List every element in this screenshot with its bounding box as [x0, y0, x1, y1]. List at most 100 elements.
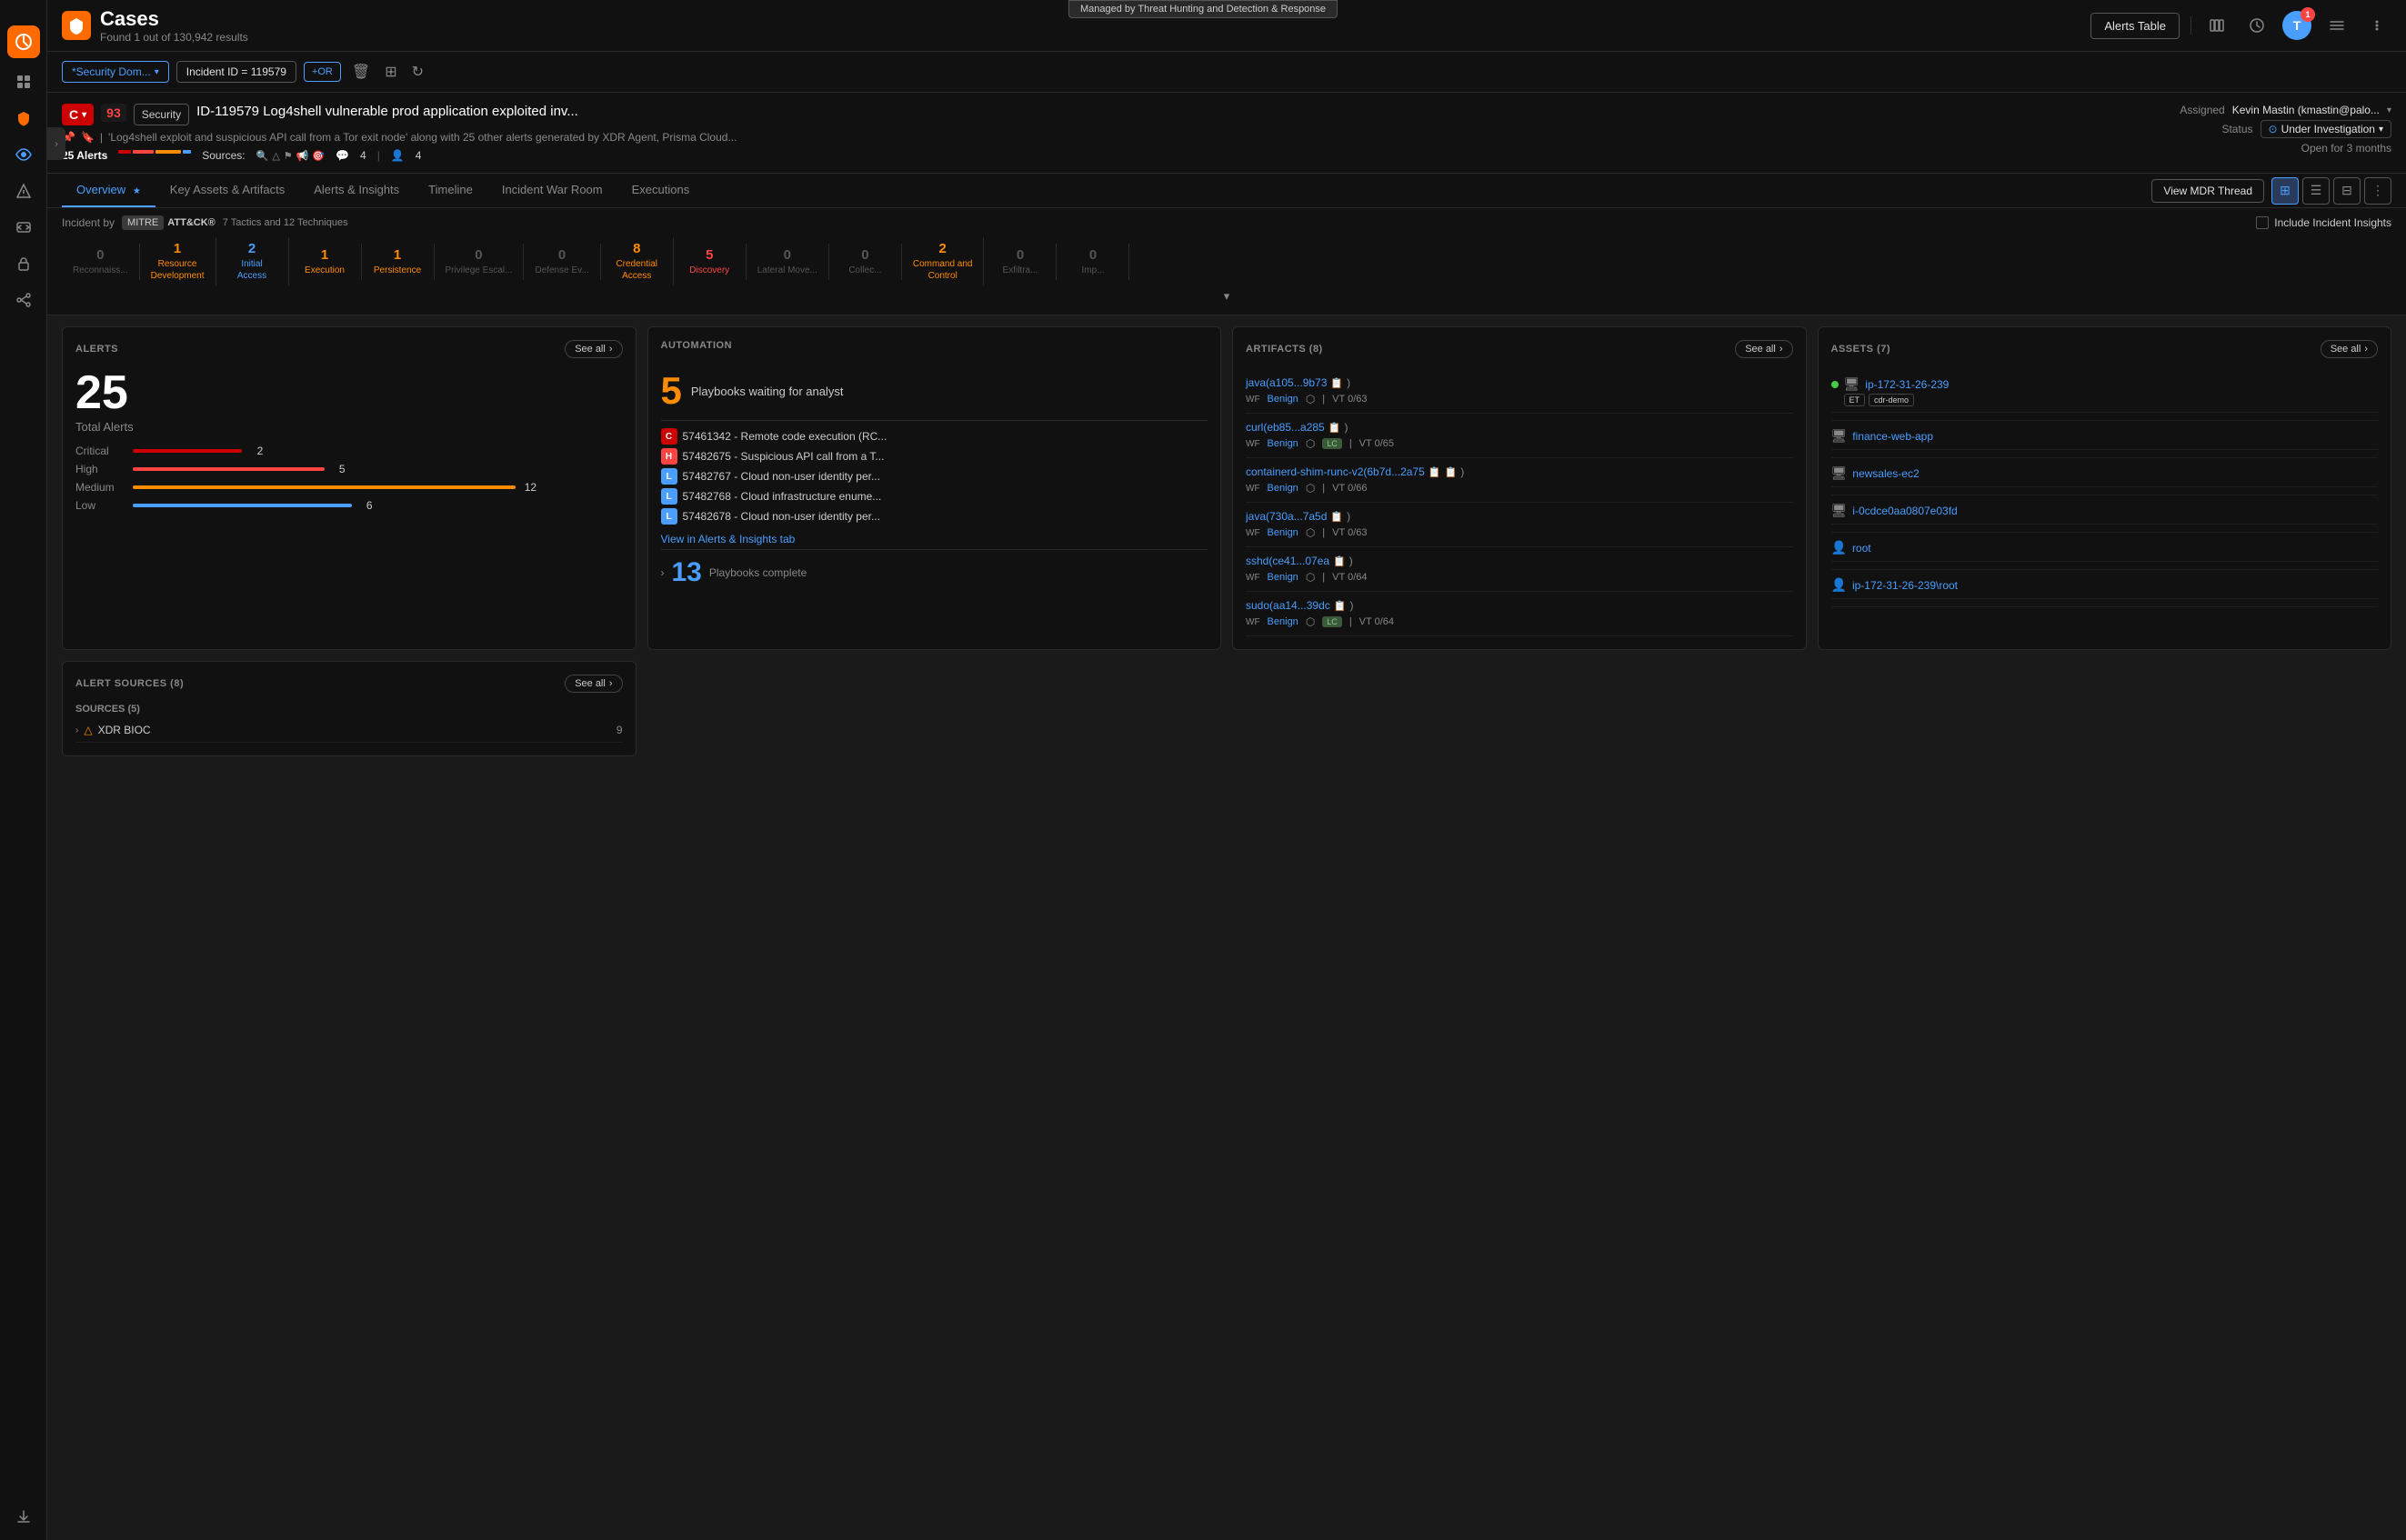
assets-list: 🖥 ip-172-31-26-239 ETcdr-demo 🖥 finance-…	[1831, 369, 2379, 607]
topbar-subtitle: Found 1 out of 130,942 results	[100, 31, 248, 44]
alerts-table-button[interactable]: Alerts Table	[2090, 13, 2180, 39]
tab-incident-war-room[interactable]: Incident War Room	[487, 174, 617, 207]
incident-stats: 25 Alerts Sources: 🔍 △ ⚑ 📢 🎯	[62, 149, 2153, 162]
filterbar: *Security Dom... ▾ Incident ID = 119579 …	[47, 52, 2406, 93]
detail-view-button[interactable]: ⊟	[2333, 177, 2361, 205]
view-insights-link[interactable]: View in Alerts & Insights tab	[661, 533, 796, 545]
notification-badge: 1	[2301, 7, 2315, 22]
status-badge[interactable]: ⊙ Under Investigation ▾	[2261, 120, 2392, 138]
tactic-execution[interactable]: 1 Execution	[289, 244, 362, 280]
asset-item: 👤 ip-172-31-26-239\root	[1831, 570, 2379, 607]
columns-icon[interactable]	[2202, 11, 2231, 40]
tab-alerts-insights[interactable]: Alerts & Insights	[299, 174, 414, 207]
topbar-logo	[62, 11, 91, 40]
tab-overview[interactable]: Overview ★	[62, 174, 155, 207]
security-domain-filter[interactable]: *Security Dom... ▾	[62, 61, 169, 83]
total-alert-count: 25	[75, 369, 128, 416]
tactic-impact[interactable]: 0 Imp...	[1057, 244, 1129, 280]
view-mdr-button[interactable]: View MDR Thread	[2151, 179, 2264, 203]
severity-row-high: High 5	[75, 463, 623, 475]
playbook-item[interactable]: L 57482767 - Cloud non-user identity per…	[661, 468, 1208, 485]
tactic-discovery[interactable]: 5 Discovery	[674, 244, 747, 280]
severity-row-critical: Critical 2	[75, 445, 623, 457]
tactic-initial-access[interactable]: 2 InitialAccess	[216, 237, 289, 285]
asset-item: 🖥 ip-172-31-26-239 ETcdr-demo	[1831, 369, 2379, 421]
list-view-button[interactable]: ☰	[2302, 177, 2330, 205]
tactic-privilege-esc[interactable]: 0 Privilege Escal...	[435, 244, 525, 280]
content-area: ALERTS See all › 25 Total Alerts Critica…	[47, 315, 2406, 1540]
artifact-item: java(730a...7a5d 📋 ) WF Benign ⬡ | VT 0/…	[1246, 503, 1793, 547]
sidebar-item-shield[interactable]	[7, 102, 40, 135]
grid-view-button[interactable]: ⊞	[2271, 177, 2299, 205]
playbooks-complete: › 13 Playbooks complete	[661, 549, 1208, 588]
alerts-panel: ALERTS See all › 25 Total Alerts Critica…	[62, 326, 637, 650]
sidebar-logo	[7, 25, 40, 58]
table-filter-button[interactable]: ⊞	[381, 59, 400, 85]
mitre-expand-chevron[interactable]: ▾	[62, 285, 2391, 307]
tactic-command-control[interactable]: 2 Command andControl	[902, 237, 985, 285]
artifact-item: sshd(ce41...07ea 📋 ) WF Benign ⬡ | VT 0/…	[1246, 547, 1793, 592]
artifacts-see-all-button[interactable]: See all ›	[1735, 340, 1792, 358]
tactic-exfiltration[interactable]: 0 Exfiltra...	[984, 244, 1057, 280]
sidebar-item-graph[interactable]	[7, 284, 40, 316]
artifact-item: java(a105...9b73 📋 ) WF Benign ⬡ | VT 0/…	[1246, 369, 1793, 414]
incident-meta: 📌 🔖 | 'Log4shell exploit and suspicious …	[62, 131, 2153, 144]
total-alerts-label: Total Alerts	[75, 420, 623, 434]
severity-score: 93	[101, 104, 126, 122]
sidebar-item-eye[interactable]	[7, 138, 40, 171]
tab-timeline[interactable]: Timeline	[414, 174, 487, 207]
sources-see-all-button[interactable]: See all ›	[565, 675, 622, 693]
tactic-resource-dev[interactable]: 1 ResourceDevelopment	[140, 237, 216, 285]
severity-row-medium: Medium 12	[75, 481, 623, 494]
sidebar-collapse-btn[interactable]: ›	[47, 127, 65, 160]
assets-see-all-button[interactable]: See all ›	[2321, 340, 2378, 358]
incident-id-filter[interactable]: Incident ID = 119579	[176, 61, 296, 83]
sidebar-item-home[interactable]	[7, 65, 40, 98]
playbook-item[interactable]: L 57482678 - Cloud non-user identity per…	[661, 508, 1208, 525]
playbook-item[interactable]: H 57482675 - Suspicious API call from a …	[661, 448, 1208, 465]
asset-item: 🖥 newsales-ec2	[1831, 458, 2379, 495]
delete-filter-button[interactable]: 🗑	[348, 59, 374, 85]
incident-right: Assigned Kevin Mastin (kmastin@palo... ▾…	[2164, 104, 2391, 155]
alerts-see-all-button[interactable]: See all ›	[565, 340, 622, 358]
tab-executions[interactable]: Executions	[617, 174, 705, 207]
open-duration: Open for 3 months	[2301, 142, 2391, 155]
tactic-collection[interactable]: 0 Collec...	[829, 244, 902, 280]
incident-title: ID-119579 Log4shell vulnerable prod appl…	[196, 104, 2153, 119]
include-insights-toggle[interactable]: Include Incident Insights	[2256, 216, 2391, 229]
automation-panel: AUTOMATION 5 Playbooks waiting for analy…	[647, 326, 1222, 650]
tactic-defense-ev[interactable]: 0 Defense Ev...	[524, 244, 600, 280]
playbook-item[interactable]: L 57482768 - Cloud infrastructure enume.…	[661, 488, 1208, 505]
mitre-brand: MITRE ATT&CK®	[122, 215, 216, 230]
menu-icon[interactable]	[2322, 11, 2351, 40]
asset-item: 👤 root	[1831, 533, 2379, 570]
sidebar-item-download[interactable]	[7, 1500, 40, 1533]
playbook-items: C 57461342 - Remote code execution (RC..…	[661, 428, 1208, 525]
asset-item: 🖥 finance-web-app	[1831, 421, 2379, 458]
artifact-item: containerd-shim-runc-v2(6b7d...2a75 📋 📋 …	[1246, 458, 1793, 503]
severity-row-low: Low 6	[75, 499, 623, 512]
refresh-filter-button[interactable]: ↻	[408, 59, 427, 85]
tab-key-assets[interactable]: Key Assets & Artifacts	[155, 174, 299, 207]
sidebar-item-code[interactable]	[7, 211, 40, 244]
graph-view-button[interactable]: ⋮	[2364, 177, 2391, 205]
complete-chevron[interactable]: ›	[661, 566, 665, 579]
tactic-lateral-move[interactable]: 0 Lateral Move...	[747, 244, 829, 280]
security-label: Security	[134, 104, 189, 125]
or-filter-button[interactable]: +OR	[304, 62, 341, 82]
topbar-title: Cases	[100, 7, 248, 31]
artifact-item: curl(eb85...a285 📋 ) WF Benign ⬡ LC | VT…	[1246, 414, 1793, 458]
more-icon[interactable]	[2362, 11, 2391, 40]
playbook-item[interactable]: C 57461342 - Remote code execution (RC..…	[661, 428, 1208, 445]
tactic-persistence[interactable]: 1 Persistence	[362, 244, 435, 280]
tabs-bar: Overview ★ Key Assets & Artifacts Alerts…	[47, 174, 2406, 208]
tactic-credential-access[interactable]: 8 CredentialAccess	[601, 237, 674, 285]
alert-sources-panel: ALERT SOURCES (8) See all › SOURCES (5) …	[62, 661, 637, 756]
user-avatar[interactable]: T 1	[2282, 11, 2311, 40]
severity-badge[interactable]: C ▾	[62, 104, 94, 125]
mitre-tactics: 0 Reconnaiss... 1 ResourceDevelopment 2 …	[62, 237, 2391, 285]
clock-icon[interactable]	[2242, 11, 2271, 40]
tactic-recon[interactable]: 0 Reconnaiss...	[62, 244, 140, 280]
sidebar-item-lock[interactable]	[7, 247, 40, 280]
sidebar-item-alerts[interactable]	[7, 175, 40, 207]
